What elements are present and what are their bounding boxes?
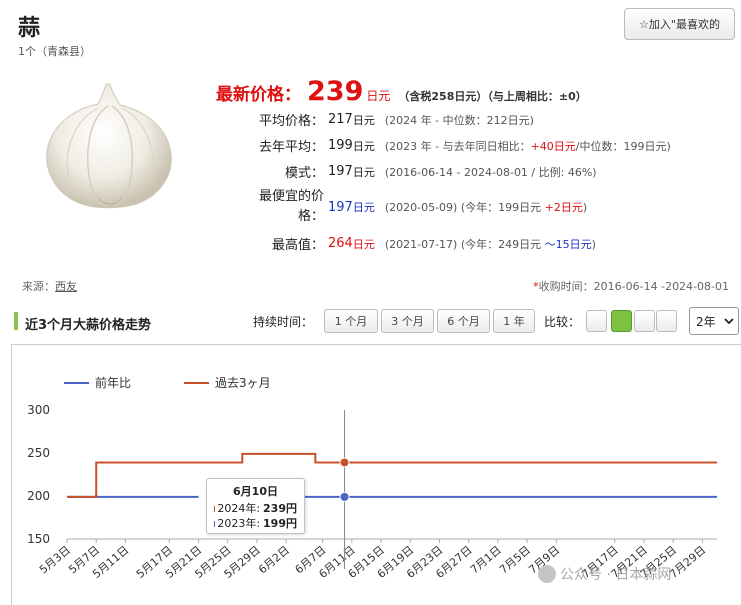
duration-3-months-button[interactable]: 3 个月: [381, 309, 434, 333]
stat-detail: (2023 年 - 与去年同日相比：+40日元/中位数：199日元): [384, 139, 671, 153]
add-favorite-button[interactable]: ☆加入"最喜欢的: [624, 8, 735, 40]
duration-1-month-button[interactable]: 1 个月: [324, 309, 378, 333]
stat-mode: 模式： 197 日元 (2016-06-14 - 2024-08-01 / 比例…: [0, 162, 597, 181]
stat-highest: 最高值： 264 日元 (2021-07-17) (今年：249日元 ～15日元…: [0, 234, 596, 253]
page-title: 蒜: [18, 16, 41, 41]
latest-price-value: 239: [307, 76, 364, 107]
stat-value: 264: [328, 236, 353, 251]
stat-label: 最便宜的价 格：: [258, 189, 324, 224]
stat-detail: (2020-05-09) (今年：199日元 +2日元): [384, 201, 588, 214]
watermark: 公众号 · 日本蒜网: [538, 564, 671, 584]
stat-detail: (2021-07-17) (今年：249日元 ～15日元): [384, 237, 596, 251]
duration-label: 持续时间：: [253, 315, 314, 329]
tooltip-date: 6月10日: [233, 485, 278, 498]
compare-option-2[interactable]: [611, 310, 632, 332]
duration-6-months-button[interactable]: 6 个月: [437, 309, 490, 333]
year-select[interactable]: 2年: [689, 307, 739, 335]
section-title: 近3个月大蒜价格走势: [25, 318, 152, 333]
stat-unit: 日元: [352, 237, 375, 251]
source-line: 来源：西友: [22, 280, 77, 293]
latest-price-label: 最新价格：: [216, 85, 301, 105]
product-subtitle: 1个（青森县）: [18, 45, 91, 58]
latest-price-unit: 日元: [366, 89, 391, 103]
stat-value: 199: [328, 138, 353, 153]
stat-value: 197: [328, 199, 353, 215]
chevron-down-icon: [724, 317, 734, 324]
tooltip-row-2023: 2023年: 199円: [214, 517, 297, 530]
source-link[interactable]: 西友: [55, 280, 77, 293]
chart-tooltip: 6月10日 2024年: 239円 2023年: 199円: [206, 478, 305, 534]
stat-average: 平均价格： 217 日元 (2024 年 - 中位数：212日元): [0, 110, 534, 129]
section-accent-bar: [14, 312, 18, 330]
collection-period: *收购时间：2016-06-14 -2024-08-01: [533, 280, 729, 293]
stat-unit: 日元: [352, 139, 375, 153]
stat-detail: (2024 年 - 中位数：212日元): [384, 113, 534, 127]
tooltip-row-2024: 2024年: 239円: [214, 502, 297, 515]
compare-option-1[interactable]: [586, 310, 607, 332]
compare-label: 比较：: [544, 315, 581, 329]
latest-price-note: （含税258日元）（与上周相比：±0）: [398, 90, 587, 103]
stat-unit: 日元: [352, 165, 375, 179]
stat-last-year: 去年平均： 199 日元 (2023 年 - 与去年同日相比：+40日元/中位数…: [0, 136, 671, 155]
compare-option-3[interactable]: [634, 310, 655, 332]
stat-unit: 日元: [352, 201, 375, 214]
stat-unit: 日元: [352, 113, 375, 127]
stat-cheapest: 最便宜的价 格： 197 日元 (2020-05-09) (今年：199日元 +2…: [0, 187, 587, 227]
stat-value: 197: [328, 164, 353, 179]
stat-label: 平均价格：: [258, 114, 324, 129]
compare-option-4[interactable]: [656, 310, 677, 332]
stat-value: 217: [328, 112, 353, 127]
stat-label: 去年平均：: [258, 140, 324, 155]
stat-label: 模式：: [284, 166, 324, 181]
stat-detail: (2016-06-14 - 2024-08-01 / 比例: 46%): [384, 165, 597, 179]
stat-label: 最高值：: [271, 238, 324, 253]
wechat-icon: [538, 565, 556, 583]
duration-1-year-button[interactable]: 1 年: [493, 309, 535, 333]
latest-price: 最新价格： 239 日元 （含税258日元）（与上周相比：±0）: [216, 76, 587, 107]
